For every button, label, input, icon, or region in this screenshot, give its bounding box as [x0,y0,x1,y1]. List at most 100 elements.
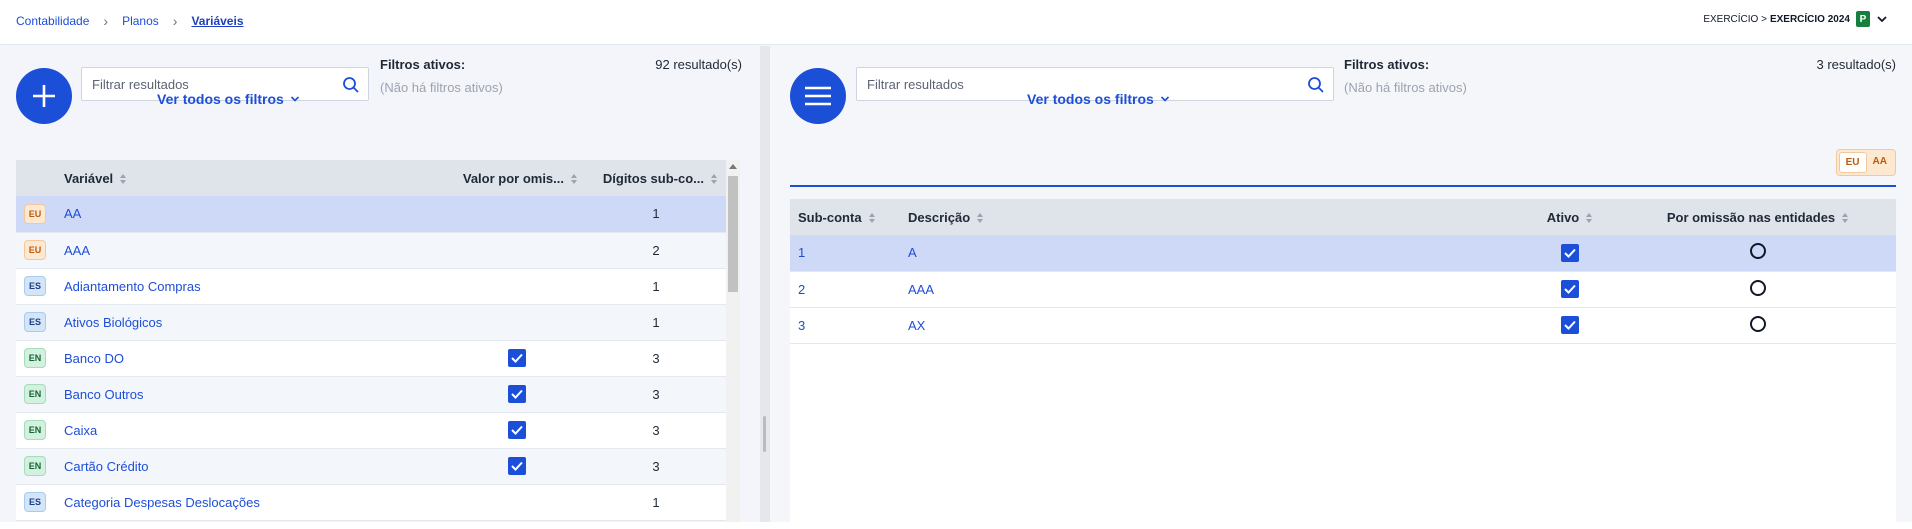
scrollbar-thumb[interactable] [728,176,738,292]
scope-toggle[interactable]: EU AA [1835,149,1896,176]
table-row[interactable]: 2 AAA [790,271,1896,308]
table-row[interactable]: EN Caixa 3 [16,412,726,449]
table-row[interactable]: EN Cartão Crédito 3 [16,448,726,485]
right-view-all-filters-label: Ver todos os filtros [1027,91,1154,107]
add-button[interactable] [16,68,72,124]
digits-cell: 3 [586,340,726,377]
breadcrumb-separator-icon: › [103,13,109,29]
chevron-down-icon [1160,96,1169,102]
digits-cell: 1 [586,484,726,521]
breadcrumb-item-contabilidade[interactable]: Contabilidade [16,14,89,28]
variable-name-link[interactable]: Cartão Crédito [64,459,149,474]
description-link[interactable]: AX [908,318,925,333]
scope-toggle-aa[interactable]: AA [1867,152,1893,173]
scope-badge: EN [24,348,46,368]
default-value-cell [446,448,586,485]
variable-name-link[interactable]: Banco Outros [64,387,144,402]
left-active-filters-title: Filtros ativos: [380,57,466,72]
variables-table-scrollbar[interactable] [726,160,740,522]
default-radio-icon[interactable] [1750,243,1766,260]
digits-cell: 3 [586,376,726,413]
subaccount-link[interactable]: 1 [798,245,805,260]
sort-icon[interactable] [1841,212,1849,224]
top-bar: Contabilidade › Planos › Variáveis EXERC… [0,0,1912,45]
sort-icon[interactable] [119,173,127,185]
active-checkbox-checked-icon[interactable] [1561,243,1579,262]
default-value-cell [446,340,586,377]
sort-icon[interactable] [1585,212,1593,224]
checkbox-checked-icon[interactable] [508,421,526,439]
breadcrumb-item-planos[interactable]: Planos [122,14,159,28]
scope-badge: EN [24,384,46,404]
subaccounts-panel: Ver todos os filtros Filtros ativos: (Nã… [770,46,1912,529]
search-icon[interactable] [1307,76,1325,94]
active-checkbox-checked-icon[interactable] [1561,316,1579,334]
scope-toggle-eu[interactable]: EU [1838,152,1867,173]
default-entities-column-header[interactable]: Por omissão nas entidades [1620,199,1896,235]
left-view-all-filters-link[interactable]: Ver todos os filtros [157,91,300,107]
table-row[interactable]: EU AAA 2 [16,232,726,269]
default-entities-column-label: Por omissão nas entidades [1666,209,1836,225]
sort-icon[interactable] [868,212,876,224]
sort-icon[interactable] [976,212,984,224]
default-value-cell [446,484,586,521]
subaccount-link[interactable]: 3 [798,318,805,333]
exercise-selector[interactable]: EXERCÍCIO > EXERCÍCIO 2024 P [1703,11,1888,27]
description-link[interactable]: A [908,245,917,260]
variable-name-link[interactable]: Caixa [64,423,97,438]
scope-badge: ES [24,276,46,296]
splitter-grip-icon[interactable] [763,416,766,452]
table-row[interactable]: EN Banco Outros 3 [16,376,726,413]
digits-column-header[interactable]: Dígitos sub-co... [586,160,726,196]
variable-name-link[interactable]: Ativos Biológicos [64,315,162,330]
default-radio-icon[interactable] [1750,315,1766,332]
variable-name-link[interactable]: AAA [64,243,90,258]
digits-cell: 1 [586,196,726,233]
active-column-header[interactable]: Ativo [1520,199,1620,235]
active-checkbox-checked-icon[interactable] [1561,280,1579,298]
table-row[interactable]: EN Banco DO 3 [16,340,726,377]
description-column-header[interactable]: Descrição [900,199,1520,235]
right-active-filters-title: Filtros ativos: [1344,57,1430,72]
breadcrumb-separator-icon: › [172,13,178,29]
subaccount-link[interactable]: 2 [798,282,805,297]
right-view-all-filters-link[interactable]: Ver todos os filtros [1027,91,1170,107]
chevron-down-icon[interactable] [1876,13,1888,25]
exercise-status-badge: P [1856,11,1870,27]
sort-icon[interactable] [710,173,718,185]
menu-icon [805,86,831,106]
checkbox-checked-icon[interactable] [508,385,526,403]
table-row[interactable]: 1 A [790,235,1896,272]
default-radio-icon[interactable] [1750,279,1766,296]
breadcrumb-item-variaveis[interactable]: Variáveis [191,14,243,28]
scope-badge: EU [24,240,46,260]
sort-icon[interactable] [570,173,578,185]
variable-column-label: Variável [64,170,114,186]
default-value-cell [446,268,586,305]
table-row[interactable]: ES Adiantamento Compras 1 [16,268,726,305]
panel-splitter[interactable] [760,46,770,522]
variable-name-link[interactable]: Banco DO [64,351,124,366]
default-value-cell [446,412,586,449]
table-row[interactable]: 3 AX [790,307,1896,344]
scroll-up-arrow-icon[interactable] [729,164,737,169]
variable-name-link[interactable]: AA [64,206,81,221]
exercise-label: EXERCÍCIO 2024 [1769,13,1850,25]
table-top-divider [790,185,1896,187]
default-value-column-header[interactable]: Valor por omis... [446,160,586,196]
variable-name-link[interactable]: Categoria Despesas Deslocações [64,495,260,510]
checkbox-checked-icon[interactable] [508,349,526,367]
description-link[interactable]: AAA [908,282,934,297]
variable-name-link[interactable]: Adiantamento Compras [64,279,201,294]
table-row[interactable]: ES Categoria Despesas Deslocações 1 [16,484,726,521]
default-value-column-label: Valor por omis... [462,170,564,186]
variable-column-header[interactable]: Variável [56,160,446,196]
table-row[interactable]: EU AA 1 [16,196,726,233]
scope-badge: EN [24,456,46,476]
checkbox-checked-icon[interactable] [508,457,526,475]
subaccount-column-label: Sub-conta [798,209,862,225]
subaccount-column-header[interactable]: Sub-conta [790,199,900,235]
search-icon[interactable] [342,76,360,94]
table-row[interactable]: ES Ativos Biológicos 1 [16,304,726,341]
menu-button[interactable] [790,68,846,124]
